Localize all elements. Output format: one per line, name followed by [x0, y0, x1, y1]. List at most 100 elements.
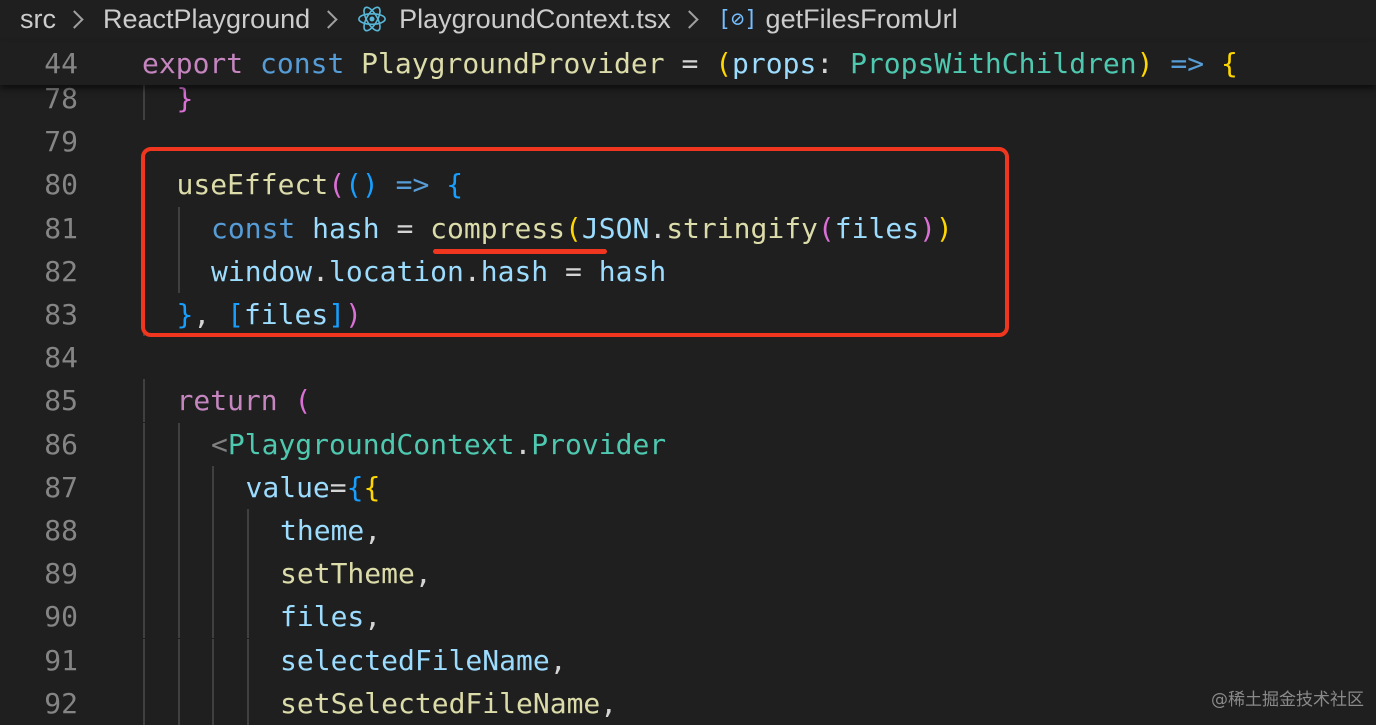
code-text: <PlaygroundContext.Provider: [211, 423, 666, 466]
code-token: ,: [364, 600, 382, 633]
line-number: 84: [44, 341, 78, 374]
code-token: PropsWithChildren: [850, 47, 1137, 80]
code-text: theme,: [280, 509, 381, 552]
watermark: @稀土掘金技术社区: [1211, 690, 1364, 710]
code-line[interactable]: 91 selectedFileName,: [0, 639, 1376, 682]
line-number: 83: [44, 298, 78, 331]
indent-guide: [212, 595, 214, 638]
indent-guide: [212, 639, 214, 682]
code-line[interactable]: 85 return (: [0, 379, 1376, 422]
indent-guide: [143, 552, 145, 595]
indent-guide: [143, 379, 145, 422]
code-token: return: [176, 384, 278, 417]
line-number: 86: [44, 428, 78, 461]
indent-guide: [143, 466, 145, 509]
indent-guide: [246, 552, 249, 595]
code-line[interactable]: 88 theme,: [0, 509, 1376, 552]
indent-guide: [143, 639, 145, 682]
indent-guide: [143, 682, 145, 725]
indent-guide: [246, 639, 249, 682]
indent-guide: [177, 509, 180, 552]
code-token: value: [245, 471, 330, 504]
code-text: setSelectedFileName,: [280, 682, 617, 725]
code-token: ,: [600, 687, 618, 720]
indent-guide: [143, 595, 145, 638]
indent-guide: [177, 595, 180, 638]
code-token: .: [514, 428, 532, 461]
code-token: ,: [549, 644, 567, 677]
line-number: 88: [44, 514, 78, 547]
code-text: value={{: [246, 466, 381, 509]
code-token: theme: [280, 514, 365, 547]
code-line[interactable]: 87 value={{: [0, 466, 1376, 509]
indent-guide: [177, 423, 180, 466]
code-token: setTheme: [280, 557, 415, 590]
line-number: 80: [44, 168, 78, 201]
code-text: setTheme,: [280, 552, 432, 595]
code-line[interactable]: 90 files,: [0, 595, 1376, 638]
code-token: ,: [414, 557, 432, 590]
code-line[interactable]: 86 <PlaygroundContext.Provider: [0, 423, 1376, 466]
code-token: }: [176, 82, 194, 115]
line-number: 90: [44, 600, 78, 633]
code-line[interactable]: 92 setSelectedFileName,: [0, 682, 1376, 725]
sticky-scroll-line[interactable]: 44 export const PlaygroundProvider = (pro…: [0, 42, 1376, 85]
code-token: (: [294, 384, 312, 417]
code-token: (: [715, 47, 733, 80]
code-editor[interactable]: 78} 79 80 useEffect(() => {81 const hash = c…: [0, 0, 1376, 725]
line-number: 82: [44, 255, 78, 288]
indent-guide: [212, 466, 214, 509]
indent-guide: [212, 682, 214, 725]
code-token: props: [732, 47, 817, 80]
code-token: =: [329, 471, 347, 504]
code-text: export const PlaygroundProvider = (props…: [142, 42, 1238, 85]
code-text: files,: [280, 595, 381, 638]
indent-guide: [143, 509, 145, 552]
code-token: files: [280, 600, 365, 633]
indent-guide: [246, 682, 249, 725]
code-token: {: [346, 471, 364, 504]
indent-guide: [177, 682, 180, 725]
code-line[interactable]: 84: [0, 336, 1376, 379]
code-token: <: [211, 428, 228, 461]
line-number: 79: [44, 125, 78, 158]
code-token: ): [1136, 47, 1154, 80]
line-number: 92: [44, 687, 78, 720]
underline-annotation: [433, 249, 607, 254]
indent-guide: [212, 552, 214, 595]
code-token: export: [142, 47, 244, 80]
indent-guide: [143, 423, 145, 466]
highlight-box: [141, 147, 1009, 337]
code-text: selectedFileName,: [280, 639, 567, 682]
line-number: 85: [44, 384, 78, 417]
code-text: return (: [177, 379, 312, 422]
indent-guide: [246, 595, 249, 638]
line-number: 91: [44, 644, 78, 677]
indent-guide: [177, 552, 180, 595]
indent-guide: [177, 466, 180, 509]
code-token: Provider: [531, 428, 667, 461]
code-token: PlaygroundProvider: [361, 47, 665, 80]
code-token: selectedFileName: [280, 644, 550, 677]
code-token: ,: [364, 514, 382, 547]
code-token: PlaygroundContext: [227, 428, 515, 461]
line-number: 89: [44, 557, 78, 590]
code-token: =: [664, 47, 716, 80]
code-token: const: [260, 47, 345, 80]
line-number: 87: [44, 471, 78, 504]
code-token: {: [1220, 47, 1238, 80]
code-token: :: [816, 47, 851, 80]
line-number: 44: [44, 47, 78, 80]
code-token: setSelectedFileName: [280, 687, 601, 720]
indent-guide: [177, 639, 180, 682]
indent-guide: [246, 509, 249, 552]
indent-guide: [212, 509, 214, 552]
code-token: =>: [1170, 47, 1205, 80]
code-line[interactable]: 89 setTheme,: [0, 552, 1376, 595]
line-number: 81: [44, 212, 78, 245]
